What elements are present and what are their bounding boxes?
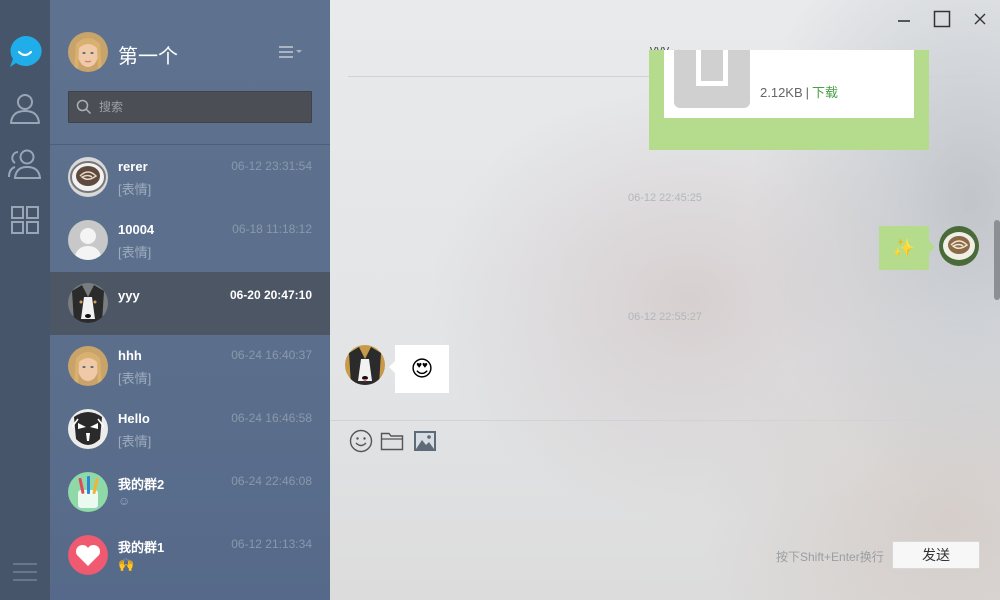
conversation-preview: ☺ (118, 494, 131, 508)
minimize-icon (898, 20, 910, 22)
avatar (68, 220, 108, 260)
conversation-item[interactable]: 我的群1 06-12 21:13:34 🙌 (50, 524, 330, 587)
dog-avatar-icon (345, 345, 385, 385)
avatar (68, 283, 108, 323)
conversation-item[interactable]: Hello 06-24 16:46:58 [表情] (50, 398, 330, 461)
avatar (68, 409, 108, 449)
received-emoji: 😍 (410, 356, 434, 381)
toothbrush-avatar-icon (68, 472, 108, 512)
conversation-time: 06-20 20:47:10 (229, 288, 312, 302)
conversation-list: rerer 06-12 23:31:54 [表情] 10004 06-18 11… (50, 146, 330, 587)
emoji-button[interactable] (349, 429, 373, 453)
conversation-time: 06-24 22:46:08 (231, 474, 312, 488)
conversation-name: yyy (118, 288, 140, 303)
heart-avatar-icon (68, 535, 108, 575)
close-button[interactable] (969, 8, 991, 30)
scrollbar-thumb[interactable] (994, 220, 1000, 300)
file-card[interactable]: 2.12KB | 下载 (664, 50, 914, 118)
file-icon (674, 50, 750, 108)
chat-area: yyy 2.12KB|下载 06-12 22:45:25 ✨ 06-12 22:… (330, 0, 1000, 600)
rail-contacts-button[interactable] (7, 90, 43, 126)
shortcut-hint: 按下Shift+Enter换行 (776, 550, 884, 564)
list-menu-icon (279, 46, 302, 58)
maximize-icon (933, 10, 951, 28)
download-link[interactable]: 下载 (812, 85, 838, 100)
file-separator: | (805, 85, 810, 100)
apps-grid-icon (11, 206, 39, 234)
search-input[interactable] (99, 93, 311, 121)
maximize-button[interactable] (931, 8, 953, 30)
message-timestamp: 06-12 22:55:27 (627, 311, 702, 323)
conversation-name: 10004 (118, 222, 155, 237)
mask-avatar-icon (68, 409, 108, 449)
file-message-bubble: 2.12KB | 下载 (649, 50, 929, 150)
sent-emoji: ✨ (892, 237, 916, 258)
conversation-time: 06-12 23:31:54 (231, 159, 312, 173)
panel-menu-button[interactable] (278, 42, 304, 62)
conversation-item-active[interactable]: yyy 06-20 20:47:10 (50, 272, 330, 335)
coffee-avatar-icon (939, 226, 979, 266)
rail-chat-button[interactable] (7, 34, 43, 70)
conversation-time: 06-24 16:46:58 (231, 411, 312, 425)
file-meta: 2.12KB | 下载 (760, 82, 838, 101)
conversation-item[interactable]: 我的群2 06-24 22:46:08 ☺ (50, 461, 330, 524)
rail-menu-button[interactable] (7, 554, 43, 590)
conversation-time: 06-12 21:13:34 (231, 537, 312, 551)
conversation-item[interactable]: 10004 06-18 11:18:12 [表情] (50, 209, 330, 272)
conversation-preview: [表情] (118, 182, 152, 197)
received-message-bubble: 😍 (389, 345, 449, 393)
my-name: 第一个 (118, 46, 178, 68)
conversation-item[interactable]: rerer 06-12 23:31:54 [表情] (50, 146, 330, 209)
conversation-time: 06-24 16:40:37 (231, 348, 312, 362)
avatar (68, 472, 108, 512)
contact-avatar[interactable] (345, 345, 385, 385)
close-icon (974, 13, 986, 25)
hamburger-menu-icon (13, 563, 37, 581)
image-button[interactable] (413, 429, 437, 453)
coffee-avatar-icon (68, 157, 108, 197)
conversation-item[interactable]: hhh 06-24 16:40:37 [表情] (50, 335, 330, 398)
chat-bubble-icon (10, 35, 42, 67)
input-divider (330, 420, 982, 421)
minimize-button[interactable] (893, 8, 915, 30)
conversation-name: 我的群1 (118, 540, 165, 555)
conversation-name: rerer (118, 159, 148, 174)
conversation-name: Hello (118, 411, 150, 426)
conversation-preview: [表情] (118, 434, 152, 449)
group-icon (8, 149, 42, 179)
blonde-woman-avatar-icon (68, 32, 108, 72)
conversation-name: 我的群2 (118, 477, 165, 492)
rail-groups-button[interactable] (7, 146, 43, 182)
rail-apps-button[interactable] (7, 202, 43, 238)
default-avatar-icon (68, 220, 108, 260)
conversation-preview: [表情] (118, 245, 152, 260)
emoji-icon (349, 429, 373, 453)
contact-icon (10, 94, 40, 124)
conversation-preview: 🙌 (118, 557, 135, 572)
send-button[interactable]: 发送 (892, 541, 980, 569)
conversation-preview: [表情] (118, 371, 152, 386)
app-rail (0, 0, 50, 600)
avatar (68, 157, 108, 197)
search-box[interactable] (68, 91, 312, 123)
message-timestamp: 06-12 22:45:25 (627, 192, 702, 204)
panel-header: 第一个 (50, 0, 330, 145)
my-avatar[interactable] (68, 32, 108, 72)
conversation-time: 06-18 11:18:12 (232, 222, 312, 236)
folder-icon (380, 432, 404, 451)
search-icon (69, 92, 99, 122)
blonde-woman-avatar-icon (68, 346, 108, 386)
avatar (68, 346, 108, 386)
image-icon (414, 431, 436, 451)
file-size: 2.12KB (760, 85, 803, 100)
conversation-panel: 第一个 搜索 rerer 06-12 23:31:54 [表情] 10004 0… (50, 0, 330, 600)
dog-avatar-icon (68, 283, 108, 323)
conversation-name: hhh (118, 348, 142, 363)
self-avatar[interactable] (939, 226, 979, 266)
file-button[interactable] (380, 429, 404, 453)
avatar (68, 535, 108, 575)
sent-message-bubble: ✨ (879, 226, 935, 270)
message-input[interactable] (348, 460, 981, 536)
